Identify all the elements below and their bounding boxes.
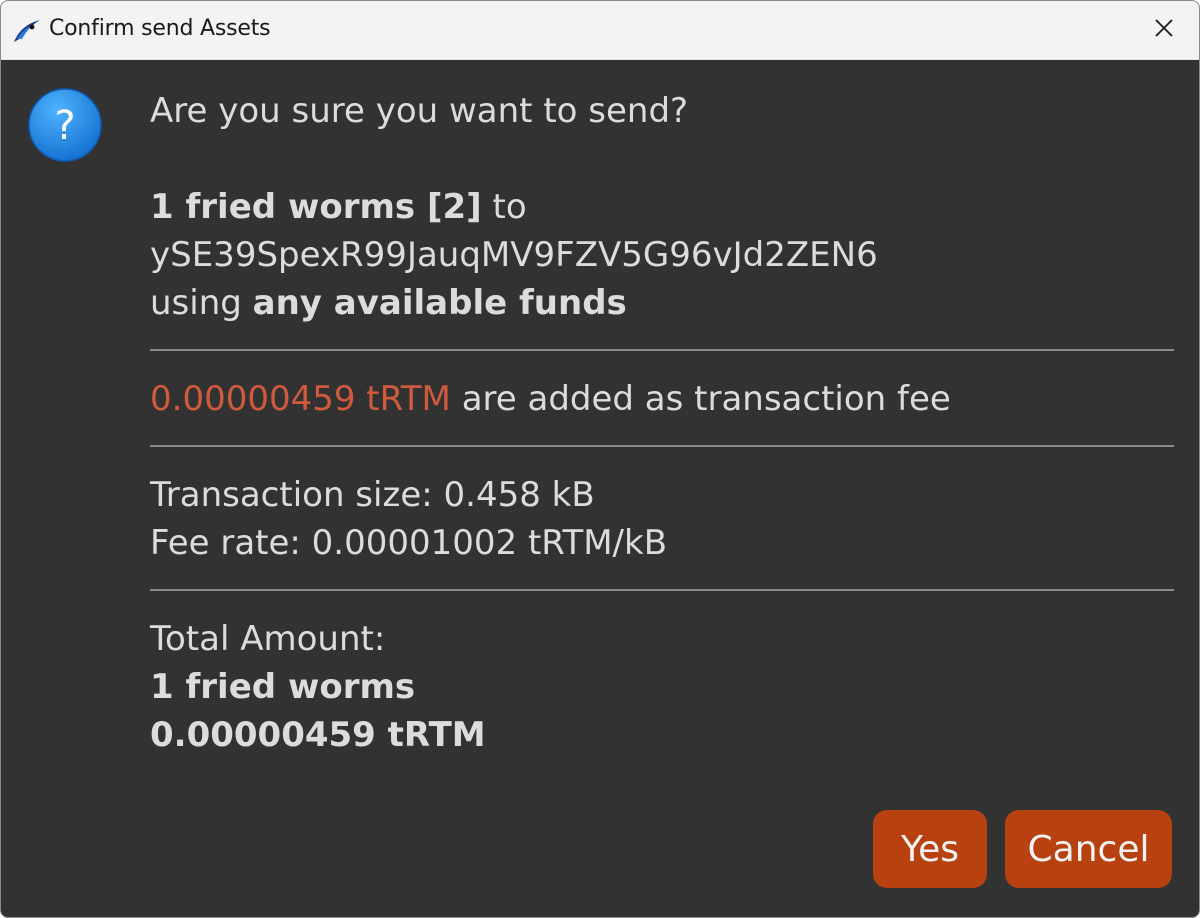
- cancel-button[interactable]: Cancel: [1005, 810, 1172, 888]
- fee-amount: 0.00000459 tRTM: [150, 379, 451, 419]
- question-icon: ?: [27, 87, 103, 163]
- title-bar: Confirm send Assets: [1, 1, 1199, 60]
- dialog-content: ? Are you sure you want to send? 1 fried…: [1, 59, 1199, 917]
- yes-button[interactable]: Yes: [873, 810, 987, 888]
- confirm-dialog-window: Confirm send Assets ? Are you sure you w…: [0, 0, 1200, 918]
- message-area: Are you sure you want to send? 1 fried w…: [150, 87, 1174, 759]
- fee-rate: Fee rate: 0.00001002 tRTM/kB: [150, 523, 668, 563]
- divider: [150, 349, 1174, 351]
- total-label: Total Amount:: [150, 619, 386, 659]
- total-coin: 0.00000459 tRTM: [150, 715, 486, 755]
- using-word: using: [150, 283, 253, 323]
- send-asset-line: 1 fried worms [2] to: [150, 183, 1174, 231]
- divider: [150, 445, 1174, 447]
- asset-amount: 1 fried worms [2]: [150, 187, 482, 227]
- recipient-address: ySE39SpexR99JauqMV9FZV5G96vJd2ZEN6: [150, 235, 878, 275]
- send-summary: 1 fried worms [2] to ySE39SpexR99JauqMV9…: [150, 183, 1174, 327]
- funds-source: any available funds: [252, 283, 627, 323]
- raptoreum-app-icon: [11, 15, 43, 47]
- window-title: Confirm send Assets: [49, 16, 271, 41]
- close-button[interactable]: [1129, 1, 1199, 59]
- funds-line: using any available funds: [150, 279, 1174, 327]
- fee-line: 0.00000459 tRTM are added as transaction…: [150, 375, 1174, 423]
- confirm-question: Are you sure you want to send?: [150, 91, 689, 131]
- divider: [150, 589, 1174, 591]
- total-section: Total Amount: 1 fried worms 0.00000459 t…: [150, 615, 1174, 759]
- tx-details: Transaction size: 0.458 kB Fee rate: 0.0…: [150, 471, 1174, 567]
- to-word: to: [481, 187, 527, 227]
- close-icon: [1154, 18, 1174, 42]
- tx-size: Transaction size: 0.458 kB: [150, 475, 595, 515]
- svg-text:?: ?: [54, 103, 75, 149]
- fee-text: are added as transaction fee: [450, 379, 951, 419]
- total-asset: 1 fried worms: [150, 667, 416, 707]
